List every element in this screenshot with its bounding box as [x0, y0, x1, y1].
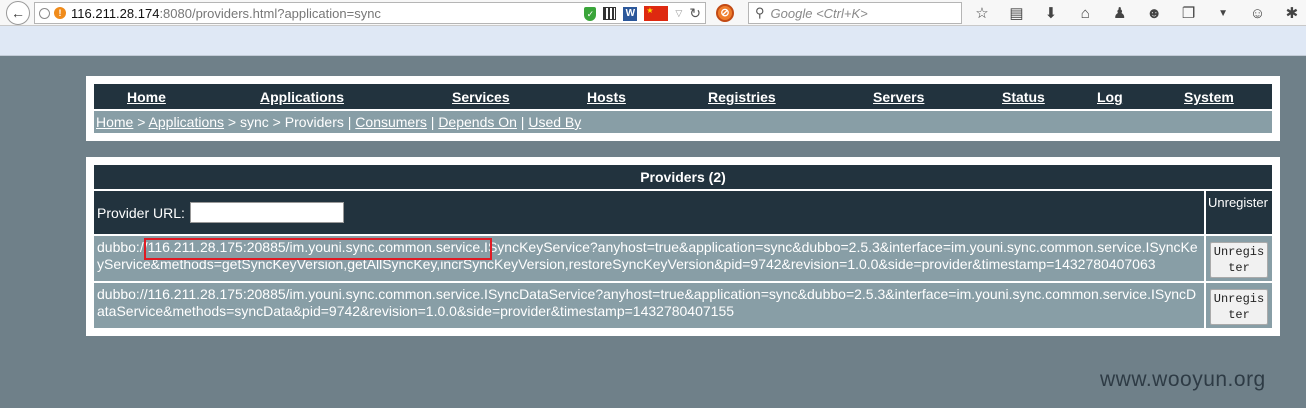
breadcrumb-used-by[interactable]: Used By — [528, 114, 581, 130]
main-menu: Home Applications Services Hosts Registr… — [94, 84, 1272, 109]
breadcrumb-home[interactable]: Home — [96, 114, 133, 130]
nav-home[interactable]: Home — [127, 89, 166, 105]
address-bar[interactable]: ! 116.211.28.174:8080/providers.html?app… — [34, 2, 706, 24]
nav-services[interactable]: Services — [452, 89, 510, 105]
search-placeholder: Google <Ctrl+K> — [770, 5, 868, 21]
clipboard-icon[interactable]: ▤ — [1006, 4, 1026, 22]
filter-row: Provider URL: — [94, 191, 1204, 234]
navigation-panel: Home Applications Services Hosts Registr… — [86, 76, 1280, 141]
qr-code-icon[interactable] — [603, 7, 617, 20]
dropdown-icon[interactable]: ▼ — [1213, 8, 1233, 19]
chat-icon[interactable]: ☺ — [1248, 5, 1268, 22]
nav-log[interactable]: Log — [1097, 89, 1123, 105]
nav-servers[interactable]: Servers — [873, 89, 924, 105]
search-bar[interactable]: ⚲ Google <Ctrl+K> — [748, 2, 962, 24]
url-path: :8080/providers.html?application=sync — [159, 5, 381, 21]
provider-row: dubbo://116.211.28.175:20885/im.youni.sy… — [94, 283, 1204, 328]
browser-toolbar: ← ! 116.211.28.174:8080/providers.html?a… — [0, 0, 1306, 26]
nav-registries[interactable]: Registries — [708, 89, 776, 105]
unregister-cell: Unregister — [1206, 236, 1272, 281]
dropdown-triangle-icon[interactable]: ▽ — [675, 8, 682, 19]
breadcrumb: Home > Applications > sync > Providers |… — [94, 111, 1272, 133]
page-icon[interactable]: ❐ — [1179, 4, 1199, 22]
breadcrumb-sep: | — [426, 114, 439, 130]
provider-url-label: Provider URL: — [97, 204, 185, 221]
watermark: www.wooyun.org — [1100, 368, 1266, 391]
url-host: 116.211.28.174 — [71, 5, 160, 21]
breadcrumb-current: > sync > Providers | — [224, 114, 356, 130]
bug-icon[interactable]: ✱ — [1282, 4, 1302, 22]
provider-url-input[interactable] — [189, 202, 344, 223]
unregister-column-header: Unregister — [1206, 191, 1272, 234]
nav-applications[interactable]: Applications — [260, 89, 344, 105]
star-icon[interactable]: ☆ — [972, 4, 992, 22]
providers-title: Providers (2) — [94, 165, 1272, 189]
shield-icon[interactable]: ✓ — [584, 6, 597, 21]
search-icon: ⚲ — [755, 5, 765, 20]
unregister-cell: Unregister — [1206, 283, 1272, 328]
nav-status[interactable]: Status — [1002, 89, 1045, 105]
breadcrumb-consumers[interactable]: Consumers — [355, 114, 427, 130]
highlight-annotation — [144, 238, 492, 260]
breadcrumb-applications[interactable]: Applications — [149, 114, 225, 130]
warning-icon: ! — [54, 7, 66, 19]
word-icon[interactable]: W — [623, 6, 638, 21]
user-icon[interactable]: ♟ — [1110, 4, 1130, 22]
noscript-icon[interactable]: ⊘ — [716, 4, 734, 22]
globe-icon — [39, 7, 50, 19]
breadcrumb-sep: | — [516, 114, 529, 130]
home-icon[interactable]: ⌂ — [1075, 5, 1095, 22]
breadcrumb-depends-on[interactable]: Depends On — [438, 114, 517, 130]
smiley-icon[interactable]: ☻ — [1144, 5, 1164, 22]
unregister-button[interactable]: Unregister — [1210, 242, 1268, 278]
reload-icon[interactable]: ↻ — [689, 5, 701, 22]
nav-system[interactable]: System — [1184, 89, 1234, 105]
unregister-button[interactable]: Unregister — [1210, 289, 1268, 325]
bookmarks-bar — [0, 26, 1306, 56]
back-arrow-icon[interactable]: ← — [6, 1, 30, 25]
toolbar-icons: ☆ ▤ ⬇ ⌂ ♟ ☻ ❐ ▼ ☺ ✱ — [972, 3, 1302, 23]
china-flag-icon[interactable]: ★ — [644, 6, 669, 21]
breadcrumb-sep: > — [133, 114, 149, 130]
nav-hosts[interactable]: Hosts — [587, 89, 626, 105]
download-icon[interactable]: ⬇ — [1041, 4, 1061, 22]
url-icons: ✓ W ★ ▽ ↻ — [584, 5, 701, 22]
